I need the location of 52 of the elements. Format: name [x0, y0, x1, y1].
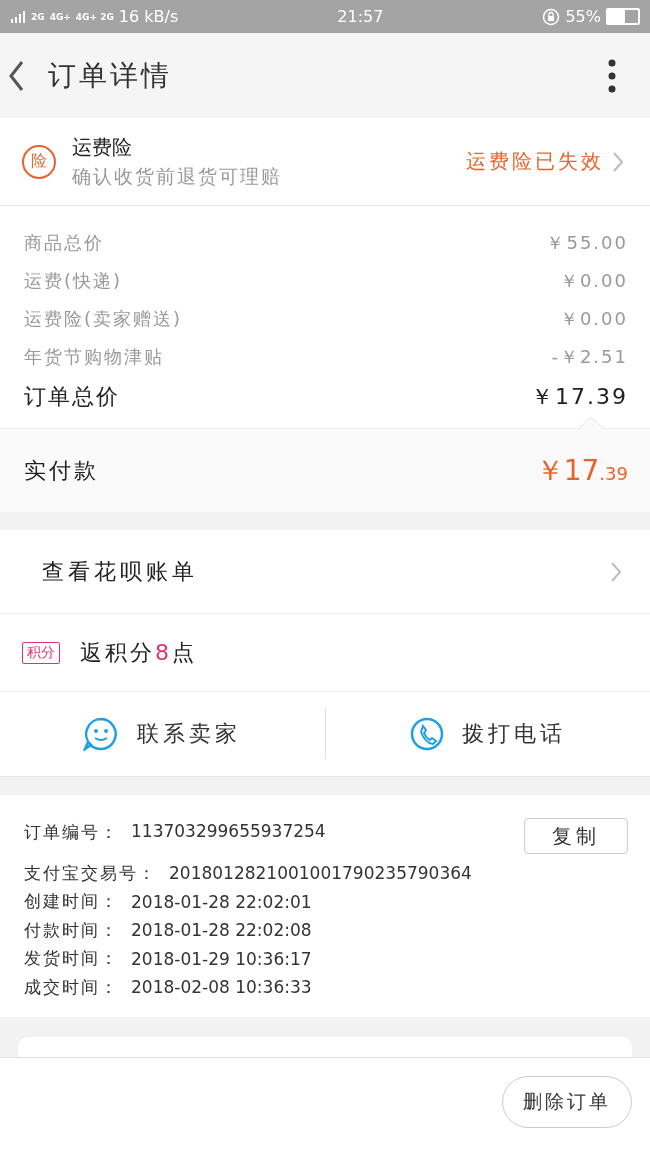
- price-value: ￥0.00: [559, 307, 628, 331]
- contact-seller-button[interactable]: 联系卖家: [0, 692, 325, 776]
- info-value: 2018-01-28 22:02:01: [131, 891, 312, 912]
- price-value: -￥2.51: [551, 345, 628, 369]
- huabei-row[interactable]: 查看花呗账单: [0, 530, 650, 614]
- insurance-icon: 险: [22, 144, 56, 179]
- price-value: ￥55.00: [546, 231, 628, 255]
- insurance-status: 运费险已失效: [466, 148, 604, 175]
- info-label: 发货时间：: [24, 947, 119, 971]
- phone-icon: [409, 717, 444, 751]
- network-label: 4G+ 2G: [75, 11, 114, 22]
- network-speed: 16 kB/s: [118, 7, 179, 26]
- info-label: 创建时间：: [24, 890, 119, 914]
- copy-button[interactable]: 复制: [524, 818, 628, 854]
- info-value: 2018-01-29 10:36:17: [131, 948, 312, 969]
- more-icon[interactable]: [608, 58, 616, 93]
- rotation-lock-icon: [542, 7, 561, 26]
- insurance-row[interactable]: 险 运费险 确认收货前退货可理赔 运费险已失效: [0, 118, 650, 206]
- info-label: 支付宝交易号：: [24, 861, 157, 885]
- info-label: 成交时间：: [24, 975, 119, 999]
- info-value: 2018-01-28 22:02:08: [131, 920, 312, 941]
- signal-icon: [10, 9, 26, 24]
- info-value: 2018-02-08 10:36:33: [131, 977, 312, 998]
- price-value: ￥0.00: [559, 269, 628, 293]
- insurance-subtitle: 确认收货前退货可理赔: [72, 163, 282, 189]
- delete-order-button[interactable]: 删除订单: [502, 1076, 632, 1128]
- info-value: 2018012821001001790235790364: [169, 863, 472, 884]
- price-label: 年货节购物津贴: [24, 345, 164, 369]
- points-badge: 积分: [22, 641, 60, 664]
- price-label: 运费险(卖家赠送): [24, 307, 183, 331]
- info-label: 订单编号：: [24, 821, 119, 844]
- chat-face-icon: [83, 717, 120, 751]
- info-label: 付款时间：: [24, 918, 119, 942]
- back-icon[interactable]: [8, 59, 24, 92]
- network-label: 4G+: [49, 11, 71, 22]
- call-button[interactable]: 拨打电话: [325, 692, 650, 776]
- chevron-icon: [612, 150, 624, 173]
- info-value: 113703299655937254: [131, 821, 326, 841]
- battery-percent: 55%: [565, 7, 601, 26]
- chevron-icon: [610, 560, 622, 583]
- paid-label: 实付款: [24, 456, 99, 485]
- page-title: 订单详情: [48, 57, 172, 94]
- points-text: 返积分 8 点: [80, 638, 197, 667]
- clock: 21:57: [337, 7, 384, 26]
- price-value: ￥17.39: [531, 383, 628, 411]
- price-label: 订单总价: [24, 383, 120, 411]
- price-label: 运费(快递): [24, 269, 123, 293]
- battery-icon: [606, 8, 640, 25]
- paid-amount: ￥17.39: [535, 452, 628, 489]
- price-label: 商品总价: [24, 231, 104, 255]
- insurance-title: 运费险: [72, 133, 133, 161]
- network-label: 2G: [31, 11, 45, 22]
